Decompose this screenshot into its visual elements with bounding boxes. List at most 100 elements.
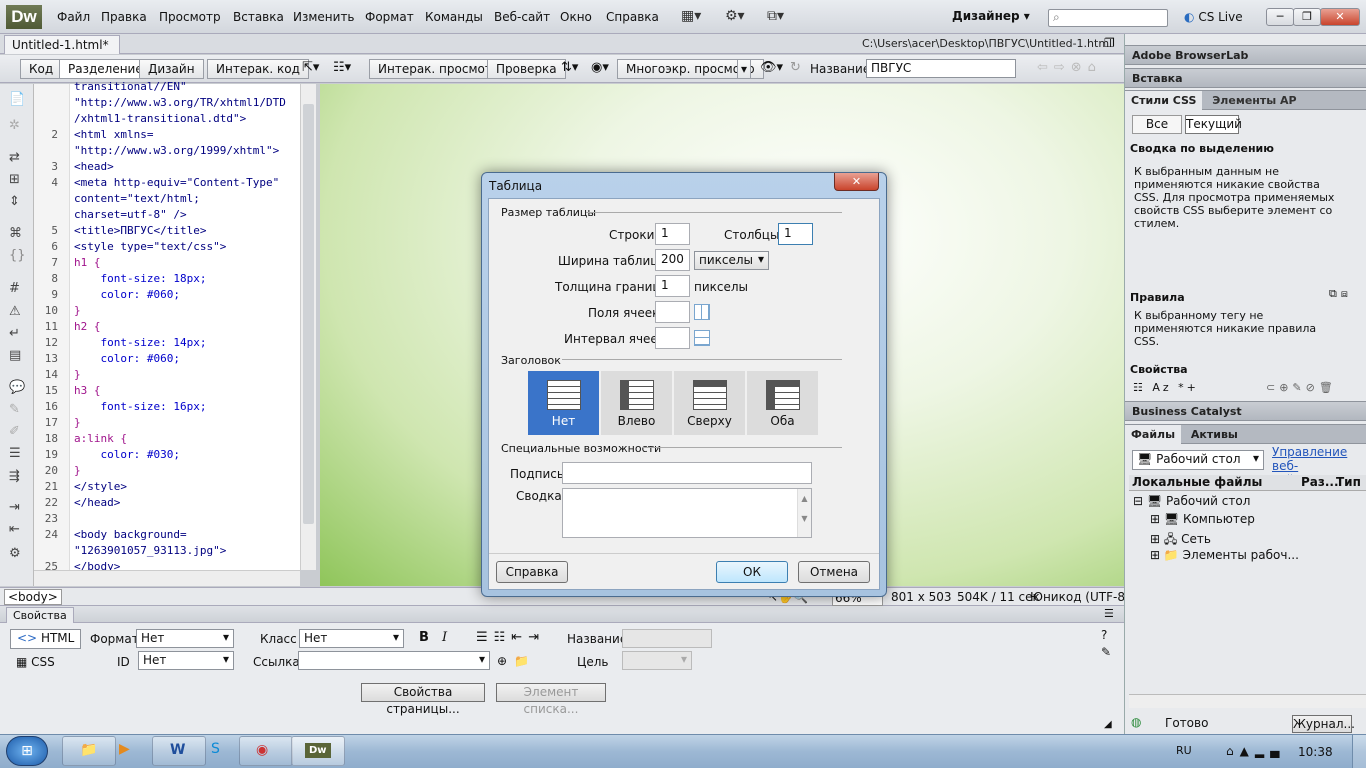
- search-input[interactable]: ⌕: [1048, 9, 1168, 27]
- files-horizontal-scrollbar[interactable]: [1129, 694, 1366, 708]
- remove-comment-icon[interactable]: ✎: [9, 402, 20, 417]
- code-line[interactable]: color: #060;: [74, 352, 179, 365]
- code-line[interactable]: </head>: [74, 496, 120, 509]
- css-view-icons[interactable]: ☷ Aᴢ *+: [1133, 381, 1199, 394]
- menu-view[interactable]: Просмотр: [159, 10, 221, 24]
- cs-live[interactable]: ◐ CS Live: [1184, 10, 1243, 24]
- code-line[interactable]: h2 {: [74, 320, 101, 333]
- scroll-thumb[interactable]: [303, 104, 314, 524]
- header-left-option[interactable]: Влево: [601, 371, 673, 435]
- business-catalyst-header[interactable]: Business Catalyst: [1125, 401, 1366, 421]
- log-button[interactable]: Журнал...: [1292, 715, 1355, 733]
- header-none-option[interactable]: Нет: [528, 371, 600, 435]
- code-line[interactable]: <style type="text/css">: [74, 240, 226, 253]
- type-column[interactable]: Тип: [1336, 475, 1361, 489]
- site-select[interactable]: 🖥 Рабочий стол: [1132, 450, 1264, 470]
- select-parent-tag-icon[interactable]: ⌘: [9, 226, 22, 241]
- menu-insert[interactable]: Вставка: [233, 10, 284, 24]
- help-icon[interactable]: ?: [1101, 628, 1107, 642]
- word-taskbar-icon[interactable]: W: [152, 736, 206, 766]
- close-window-button[interactable]: ✕: [1320, 8, 1360, 26]
- code-line[interactable]: }: [74, 368, 81, 381]
- clock[interactable]: 10:38: [1298, 745, 1333, 759]
- dreamweaver-taskbar-icon[interactable]: Dw: [291, 736, 345, 766]
- recent-snippets-icon[interactable]: ☰: [9, 446, 21, 461]
- code-line[interactable]: <meta http-equiv="Content-Type": [74, 176, 279, 189]
- border-input[interactable]: 1: [655, 275, 690, 297]
- code-line[interactable]: charset=utf-8" />: [74, 208, 187, 221]
- syntax-coloring-icon[interactable]: ▤: [9, 348, 21, 363]
- bold-button[interactable]: B: [419, 630, 429, 645]
- browse-folder-icon[interactable]: 📁: [514, 654, 529, 668]
- list-buttons-icon[interactable]: ☰☷⇤⇥: [476, 630, 545, 645]
- dialog-close-button[interactable]: ✕: [834, 173, 879, 191]
- code-line[interactable]: "http://www.w3.org/TR/xhtml1/DTD: [74, 96, 286, 109]
- visual-aids-icon[interactable]: 👁▾: [760, 60, 783, 75]
- browser-preview-icon[interactable]: ◉▾: [591, 60, 609, 75]
- window-size[interactable]: 801 x 503: [891, 590, 952, 604]
- point-to-file-icon[interactable]: ⊕: [497, 654, 507, 668]
- code-line[interactable]: "http://www.w3.org/1999/xhtml">: [74, 144, 279, 157]
- size-column[interactable]: Раз...: [1301, 475, 1339, 489]
- all-mode-button[interactable]: Все: [1132, 115, 1182, 134]
- rows-input[interactable]: 1: [655, 223, 690, 245]
- wrap-tag-icon[interactable]: ✐: [9, 424, 20, 439]
- chrome-taskbar-icon[interactable]: ◉: [239, 736, 293, 766]
- html-mode-button[interactable]: <> HTML: [10, 629, 82, 649]
- class-select[interactable]: Нет: [299, 629, 404, 648]
- code-line[interactable]: <html xmlns=: [74, 128, 153, 141]
- assets-tab[interactable]: Активы: [1185, 425, 1244, 444]
- code-line[interactable]: font-size: 16px;: [74, 400, 206, 413]
- nav-arrows-icon[interactable]: ⇦⇨⊗⌂: [1037, 60, 1102, 75]
- css-styles-tab[interactable]: Стили CSS: [1125, 91, 1203, 110]
- apply-comment-icon[interactable]: 💬: [9, 380, 25, 395]
- format-source-icon[interactable]: ⚙: [9, 546, 21, 561]
- code-line[interactable]: a:link {: [74, 432, 127, 445]
- multiscreen-dropdown[interactable]: ▾: [737, 59, 752, 79]
- workspace-switcher[interactable]: Дизайнер ▾: [952, 9, 1030, 23]
- local-files-column[interactable]: Локальные файлы: [1132, 475, 1262, 489]
- menu-edit[interactable]: Правка: [101, 10, 147, 24]
- code-line[interactable]: color: #060;: [74, 288, 179, 301]
- indent-code-icon[interactable]: ⇥: [9, 500, 20, 515]
- tag-selector[interactable]: <body>: [4, 589, 62, 605]
- highlight-invalid-icon[interactable]: ⚠: [9, 304, 21, 319]
- layout-icon[interactable]: ▦▾: [681, 8, 701, 24]
- tree-item-computer[interactable]: ⊞ 🖥 Компьютер: [1150, 512, 1255, 526]
- code-line[interactable]: <body background=: [74, 528, 187, 541]
- start-button[interactable]: ⊞: [6, 736, 48, 766]
- insert-panel-header[interactable]: Вставка: [1125, 68, 1366, 88]
- code-line[interactable]: /xhtml1-transitional.dtd">: [74, 112, 246, 125]
- current-mode-button[interactable]: Текущий: [1185, 115, 1242, 134]
- cols-input[interactable]: 1: [778, 223, 813, 245]
- split-view-button[interactable]: Разделение: [59, 59, 152, 79]
- list-item-button[interactable]: Элемент списка...: [496, 683, 606, 716]
- show-desktop-button[interactable]: [1352, 735, 1366, 768]
- extend-icon[interactable]: ⚙▾: [725, 8, 745, 24]
- code-line[interactable]: <title>ПВГУС</title>: [74, 224, 206, 237]
- open-documents-icon[interactable]: 📄: [9, 92, 25, 107]
- inspect-icon[interactable]: ⇱▾: [302, 60, 319, 75]
- live-options-icon[interactable]: ☷▾: [333, 60, 351, 75]
- quick-tag-editor-icon[interactable]: ✎: [1101, 645, 1111, 659]
- code-view-button[interactable]: Код: [20, 59, 63, 79]
- live-code-button[interactable]: Интерак. код: [207, 59, 309, 79]
- line-numbers-icon[interactable]: #: [9, 281, 20, 296]
- code-line[interactable]: transitional//EN": [74, 80, 187, 93]
- files-tab[interactable]: Файлы: [1125, 425, 1182, 444]
- spacing-input[interactable]: [655, 327, 690, 349]
- collapse-tag-icon[interactable]: ⇄: [9, 150, 20, 165]
- code-line[interactable]: content="text/html;: [74, 192, 200, 205]
- code-line[interactable]: h1 {: [74, 256, 101, 269]
- code-line[interactable]: }: [74, 464, 81, 477]
- menu-modify[interactable]: Изменить: [293, 10, 355, 24]
- properties-menu-icon[interactable]: ☰: [1104, 607, 1114, 620]
- code-line[interactable]: </style>: [74, 480, 127, 493]
- menu-format[interactable]: Формат: [365, 10, 414, 24]
- site-icon[interactable]: ⧉▾: [767, 8, 784, 24]
- collapse-selection-icon[interactable]: ⊞: [9, 172, 20, 187]
- move-css-icon[interactable]: ⇶: [9, 469, 20, 484]
- browserlab-panel-header[interactable]: Adobe BrowserLab: [1125, 45, 1366, 65]
- summary-textarea[interactable]: ▲ ▼: [562, 488, 812, 538]
- check-button[interactable]: Проверка: [487, 59, 566, 79]
